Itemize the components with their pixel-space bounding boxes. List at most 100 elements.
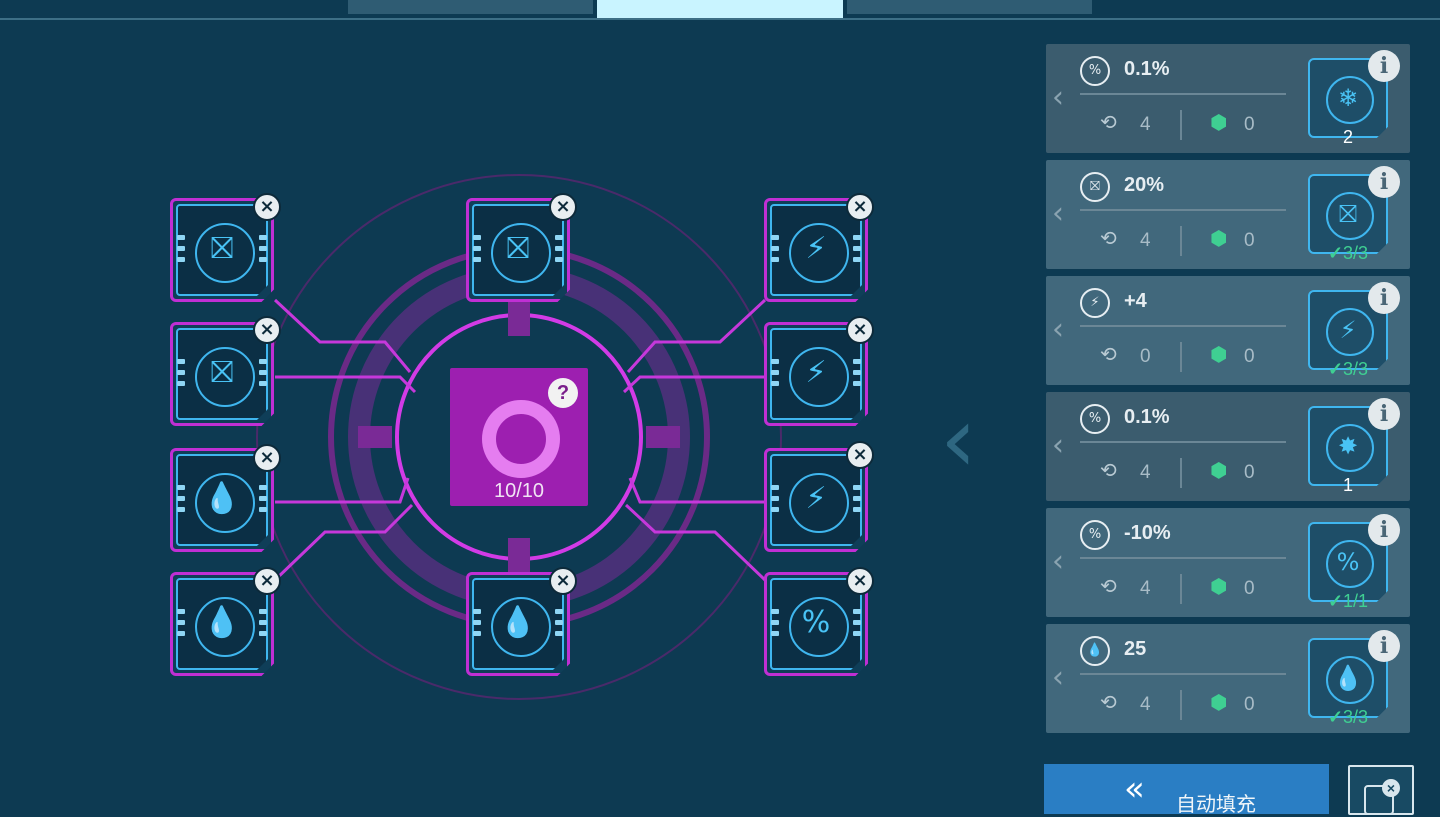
- regen-drop-icon: 💧: [203, 605, 241, 640]
- effect-value: -10%: [1124, 522, 1171, 544]
- autofill-button[interactable]: « 自动填充: [1044, 764, 1329, 816]
- collapse-panel-chevron-icon[interactable]: ‹: [940, 394, 977, 486]
- energy-recycle-icon: ⟲: [1100, 690, 1117, 714]
- module-board: 10/10 ? ⛝ × ⛝ × 💧 × 💧 × ⛝ × 💧 × ⚡ × ⚡ × …: [0, 0, 1000, 810]
- info-button[interactable]: i: [1368, 398, 1400, 430]
- percent-icon: %: [1080, 56, 1110, 86]
- anti-projectile-icon: ⛝: [1080, 172, 1110, 202]
- gem-icon: ⬢: [1210, 110, 1228, 134]
- remove-slot-8-button[interactable]: ×: [846, 316, 874, 344]
- module-card-5[interactable]: ‹ % -10% ⟲ 4 ⬢ 0 % i ✓1/1: [1046, 508, 1410, 617]
- remove-slot-2-button[interactable]: ×: [253, 316, 281, 344]
- gem-cost: 0: [1244, 578, 1255, 599]
- check-icon: ✓: [1327, 707, 1344, 727]
- energy-cost: 4: [1140, 114, 1151, 135]
- regen-drop-icon: 💧: [203, 481, 241, 516]
- divider: [1080, 209, 1286, 211]
- divider: [1180, 690, 1182, 720]
- gem-icon: ⬢: [1210, 690, 1228, 714]
- cooldown-percent-icon: %: [1080, 520, 1110, 550]
- divider: [1080, 557, 1286, 559]
- divider: [1180, 342, 1182, 372]
- remove-slot-1-button[interactable]: ×: [253, 193, 281, 221]
- energy-recycle-icon: ⟲: [1100, 342, 1117, 366]
- double-chevron-left-icon: «: [1124, 769, 1145, 809]
- regen-drop-icon: 💧: [1333, 664, 1363, 692]
- effect-value: 25: [1124, 638, 1147, 660]
- chevron-left-icon[interactable]: ‹: [1052, 196, 1064, 231]
- remove-slot-6-button[interactable]: ×: [549, 567, 577, 595]
- remove-slot-9-button[interactable]: ×: [846, 441, 874, 469]
- help-button[interactable]: ?: [548, 378, 578, 408]
- energy-cost: 4: [1140, 462, 1151, 483]
- anti-projectile-icon: ⛝: [1338, 200, 1358, 228]
- module-quantity: ✓3/3: [1327, 359, 1369, 379]
- chevron-left-icon[interactable]: ‹: [1052, 80, 1064, 115]
- module-card-6[interactable]: ‹ 💧 25 ⟲ 4 ⬢ 0 💧 i ✓3/3: [1046, 624, 1410, 733]
- module-quantity: 1: [1342, 475, 1353, 495]
- gem-cost: 0: [1244, 462, 1255, 483]
- info-button[interactable]: i: [1368, 166, 1400, 198]
- effect-value: 0.1%: [1124, 58, 1170, 80]
- gem-icon: ⬢: [1210, 574, 1228, 598]
- energy-up-icon: ⚡: [1339, 316, 1357, 344]
- info-button[interactable]: i: [1368, 282, 1400, 314]
- energy-cost: 4: [1140, 230, 1151, 251]
- chevron-left-icon[interactable]: ‹: [1052, 312, 1064, 347]
- gem-cost: 0: [1244, 114, 1255, 135]
- cooldown-percent-icon: %: [801, 605, 831, 640]
- divider: [1080, 325, 1286, 327]
- cooldown-percent-icon: %: [1336, 548, 1360, 576]
- autofill-label: 自动填充: [1176, 794, 1256, 816]
- divider: [1080, 673, 1286, 675]
- slot-count: 10/10: [493, 480, 545, 502]
- anti-projectile-icon: ⛝: [210, 355, 234, 390]
- energy-recycle-icon: ⟲: [1100, 110, 1117, 134]
- info-button[interactable]: i: [1368, 514, 1400, 546]
- energy-cost: 4: [1140, 578, 1151, 599]
- chevron-left-icon[interactable]: ‹: [1052, 428, 1064, 463]
- chevron-left-icon[interactable]: ‹: [1052, 544, 1064, 579]
- remove-slot-3-button[interactable]: ×: [253, 444, 281, 472]
- burst-icon: ✸: [1337, 432, 1359, 460]
- ring-icon: [482, 400, 560, 478]
- energy-up-icon: ⚡: [1080, 288, 1110, 318]
- info-button[interactable]: i: [1368, 630, 1400, 662]
- gem-cost: 0: [1244, 346, 1255, 367]
- module-card-1[interactable]: ‹ % 0.1% ⟲ 4 ⬢ 0 ❄ i 2: [1046, 44, 1410, 153]
- gem-icon: ⬢: [1210, 226, 1228, 250]
- module-quantity: ✓3/3: [1327, 243, 1369, 263]
- snowflake-icon: ❄: [1337, 84, 1359, 112]
- module-list: ‹ % 0.1% ⟲ 4 ⬢ 0 ❄ i 2 ‹ ⛝ 20% ⟲ 4 ⬢ 0 ⛝…: [1046, 44, 1410, 740]
- info-button[interactable]: i: [1368, 50, 1400, 82]
- remove-slot-5-button[interactable]: ×: [549, 193, 577, 221]
- divider: [1080, 93, 1286, 95]
- module-card-3[interactable]: ‹ ⚡ +4 ⟲ 0 ⬢ 0 ⚡ i ✓3/3: [1046, 276, 1410, 385]
- clear-modules-button[interactable]: ×: [1348, 765, 1414, 815]
- remove-slot-10-button[interactable]: ×: [846, 567, 874, 595]
- regen-drop-icon: 💧: [1080, 636, 1110, 666]
- module-card-4[interactable]: ‹ % 0.1% ⟲ 4 ⬢ 0 ✸ i 1: [1046, 392, 1410, 501]
- check-icon: ✓: [1327, 243, 1344, 263]
- gem-icon: ⬢: [1210, 342, 1228, 366]
- energy-cost: 4: [1140, 694, 1151, 715]
- anti-projectile-icon: ⛝: [210, 231, 234, 266]
- module-card-2[interactable]: ‹ ⛝ 20% ⟲ 4 ⬢ 0 ⛝ i ✓3/3: [1046, 160, 1410, 269]
- divider: [1180, 226, 1182, 256]
- energy-up-icon: ⚡: [805, 355, 827, 390]
- anti-projectile-icon: ⛝: [506, 231, 530, 266]
- remove-slot-4-button[interactable]: ×: [253, 567, 281, 595]
- module-quantity: ✓1/1: [1327, 591, 1369, 611]
- remove-slot-7-button[interactable]: ×: [846, 193, 874, 221]
- energy-cost: 0: [1140, 346, 1151, 367]
- divider: [1180, 458, 1182, 488]
- effect-value: +4: [1124, 290, 1147, 312]
- energy-up-icon: ⚡: [805, 481, 827, 516]
- gem-cost: 0: [1244, 694, 1255, 715]
- gem-icon: ⬢: [1210, 458, 1228, 482]
- core-socket[interactable]: 10/10 ?: [450, 368, 588, 506]
- energy-recycle-icon: ⟲: [1100, 574, 1117, 598]
- gem-cost: 0: [1244, 230, 1255, 251]
- chevron-left-icon[interactable]: ‹: [1052, 660, 1064, 695]
- divider: [1080, 441, 1286, 443]
